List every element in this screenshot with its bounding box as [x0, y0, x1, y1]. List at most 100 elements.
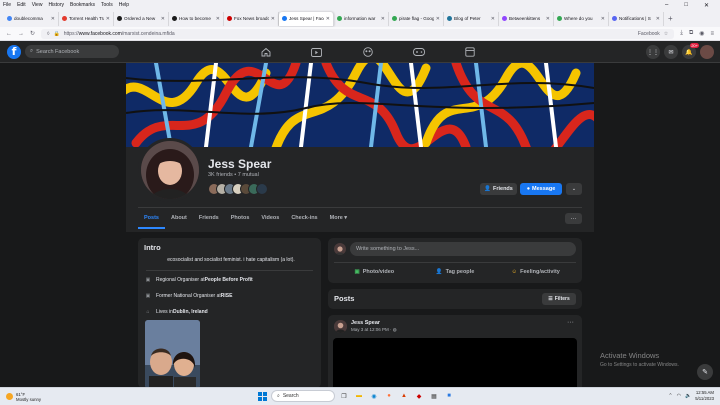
notifications-bell-icon[interactable]: 🔔 20+ — [682, 43, 699, 59]
post-author-name[interactable]: Jess Spear — [351, 320, 380, 326]
tab-close-icon[interactable]: ✕ — [601, 16, 605, 22]
menu-item-history[interactable]: History — [45, 2, 67, 8]
mutual-avatar[interactable] — [256, 183, 268, 195]
intro-former-work-link[interactable]: RISE — [221, 293, 233, 299]
volume-icon[interactable]: 🔈 — [685, 393, 691, 399]
facebook-search-input[interactable]: ⌕ Search Facebook — [25, 45, 119, 58]
browser-tab[interactable]: Where do you ✕ — [554, 11, 609, 26]
app-icon[interactable]: ◆ — [413, 390, 425, 402]
menu-item-tools[interactable]: Tools — [98, 2, 116, 8]
menu-item-edit[interactable]: Edit — [14, 2, 29, 8]
browser-tab[interactable]: doublecomma ✕ — [4, 11, 59, 26]
post-author-avatar[interactable] — [334, 320, 347, 333]
profile-tab[interactable]: About — [165, 210, 193, 229]
tab-close-icon[interactable]: ✕ — [546, 16, 550, 22]
menu-grid-icon[interactable]: ⋮⋮ — [646, 45, 660, 59]
weather-widget[interactable]: 61°F Mostly sunny — [0, 392, 41, 402]
account-avatar[interactable] — [700, 45, 714, 59]
nav-watch-icon[interactable] — [291, 41, 342, 63]
new-tab-icon[interactable]: + — [664, 14, 677, 23]
feeling-activity-button[interactable]: ☺ Feeling/activity — [495, 265, 576, 279]
browser-tab[interactable]: information war ✕ — [334, 11, 389, 26]
browser-tab[interactable]: Fox News broadcast✕ — [224, 11, 279, 26]
profile-tab[interactable]: Photos — [225, 210, 256, 229]
url-bar[interactable]: ◊ 🔒 https://www.facebook.com/marxist.cen… — [41, 28, 675, 39]
messenger-icon[interactable]: ✉ — [664, 45, 678, 59]
task-view-icon[interactable]: ❐ — [338, 390, 350, 402]
nav-home-icon[interactable] — [240, 41, 291, 63]
profile-friends-summary[interactable]: 3K friends • 7 mutual — [208, 172, 259, 178]
tab-close-icon[interactable]: ✕ — [161, 16, 165, 22]
intro-work-link[interactable]: People Before Profit — [205, 277, 253, 283]
composer-input[interactable]: Write something to Jess... — [350, 242, 576, 256]
mutual-friends-avatars[interactable] — [208, 183, 268, 195]
profile-tab[interactable]: Friends — [193, 210, 225, 229]
tab-close-icon[interactable]: ✕ — [51, 16, 55, 22]
taskbar-clock[interactable]: 12:55 AM 5/11/2023 — [695, 390, 714, 401]
forward-icon[interactable]: → — [18, 31, 24, 37]
profile-tab[interactable]: Posts — [138, 210, 165, 229]
menu-item-file[interactable]: File — [0, 2, 14, 8]
tab-close-icon[interactable]: ✕ — [436, 16, 440, 22]
cover-photo[interactable] — [126, 63, 594, 147]
browser-tab[interactable]: Betweenkittens ✕ — [499, 11, 554, 26]
nav-pages-icon[interactable] — [444, 41, 495, 63]
composer-avatar[interactable] — [334, 243, 346, 255]
browser-tab[interactable]: Jess Spear | Facebook✕ — [279, 11, 334, 26]
app-icon[interactable]: ■ — [443, 390, 455, 402]
bookmark-star-icon[interactable]: ☆ — [664, 31, 668, 37]
friends-button[interactable]: 👤 Friends — [480, 183, 517, 195]
tag-people-button[interactable]: 👤 Tag people — [415, 265, 496, 279]
edge-icon[interactable]: ◉ — [368, 390, 380, 402]
browser-tab[interactable]: Torrent Health Tracker✕ — [59, 11, 114, 26]
reload-icon[interactable]: ↻ — [30, 30, 35, 37]
post-video[interactable] — [333, 338, 577, 390]
app-icon[interactable]: ▦ — [428, 390, 440, 402]
windows-start-icon[interactable] — [256, 390, 268, 402]
intro-lives-link[interactable]: Dublin, Ireland — [173, 309, 208, 315]
intro-featured-photo[interactable] — [145, 320, 200, 388]
firefox-icon[interactable]: ● — [383, 390, 395, 402]
post-timestamp[interactable]: May 3 at 12:06 PM · ◍ — [351, 327, 397, 333]
profile-tab[interactable]: Videos — [255, 210, 285, 229]
tab-close-icon[interactable]: ✕ — [656, 16, 660, 22]
menu-item-bookmarks[interactable]: Bookmarks — [67, 2, 98, 8]
tab-close-icon[interactable]: ✕ — [326, 16, 330, 22]
profile-options-button[interactable]: ··· — [565, 213, 582, 224]
photo-video-button[interactable]: ▣ Photo/video — [334, 265, 415, 279]
close-icon[interactable]: ✕ — [701, 2, 712, 9]
maximize-icon[interactable]: □ — [681, 2, 691, 9]
facebook-logo-icon[interactable]: f — [7, 44, 21, 59]
chevron-up-icon[interactable]: ⌃ — [668, 393, 672, 399]
account-icon[interactable]: ◉ — [699, 30, 704, 37]
profile-avatar[interactable] — [138, 138, 202, 202]
tab-close-icon[interactable]: ✕ — [216, 16, 220, 22]
tab-close-icon[interactable]: ✕ — [491, 16, 495, 22]
browser-tab[interactable]: Ordered a New ✕ — [114, 11, 169, 26]
minimize-icon[interactable]: – — [662, 2, 671, 9]
browser-tab[interactable]: How to become ✕ — [169, 11, 224, 26]
app-icon[interactable]: ▲ — [398, 390, 410, 402]
profile-more-button[interactable]: ⌄ — [566, 183, 582, 195]
tab-close-icon[interactable]: ✕ — [381, 16, 385, 22]
taskbar-search[interactable]: ⌕ Search — [271, 390, 335, 402]
tab-close-icon[interactable]: ✕ — [106, 16, 110, 22]
new-message-button[interactable]: ✎ — [697, 364, 713, 380]
back-icon[interactable]: ← — [6, 31, 12, 37]
post-options-icon[interactable]: ··· — [567, 319, 574, 326]
browser-tab[interactable]: pirate flag - Google✕ — [389, 11, 444, 26]
browser-tab[interactable]: Notifications | S ✕ — [609, 11, 664, 26]
filters-button[interactable]: ☰ Filters — [542, 293, 576, 305]
browser-tab[interactable]: Blog of Peter ✕ — [444, 11, 499, 26]
extensions-icon[interactable]: ⧉ — [689, 30, 693, 37]
menu-item-view[interactable]: View — [29, 2, 46, 8]
profile-tab[interactable]: More ▾ — [324, 210, 353, 229]
download-icon[interactable]: ⤓ — [680, 30, 683, 37]
app-menu-icon[interactable]: ≡ — [710, 31, 714, 37]
nav-gaming-icon[interactable] — [393, 41, 444, 63]
tab-close-icon[interactable]: ✕ — [271, 16, 275, 22]
file-explorer-icon[interactable]: ▬ — [353, 390, 365, 402]
wifi-icon[interactable]: ◠ — [677, 393, 681, 399]
profile-tab[interactable]: Check-ins — [285, 210, 323, 229]
nav-groups-icon[interactable] — [342, 41, 393, 63]
